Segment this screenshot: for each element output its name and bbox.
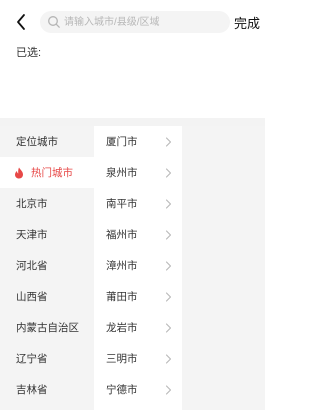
- search-icon: [48, 16, 60, 28]
- province-label: 河北省: [16, 260, 48, 272]
- search-box[interactable]: [40, 11, 230, 33]
- chevron-right-icon: [165, 291, 172, 302]
- chevron-right-icon: [165, 353, 172, 364]
- chevron-right-icon: [165, 167, 172, 178]
- province-item[interactable]: 内蒙古自治区: [0, 312, 94, 343]
- chevron-right-icon: [165, 260, 172, 271]
- province-item[interactable]: 辽宁省: [0, 343, 94, 374]
- province-item[interactable]: 定位城市: [0, 126, 94, 157]
- city-item[interactable]: 莆田市: [94, 281, 182, 312]
- city-item[interactable]: 宁德市: [94, 374, 182, 405]
- city-item[interactable]: 南平市: [94, 188, 182, 219]
- chevron-right-icon: [165, 384, 172, 395]
- selected-area: 已选:: [0, 44, 265, 118]
- city-item[interactable]: 漳州市: [94, 250, 182, 281]
- city-label: 莆田市: [106, 291, 138, 303]
- city-label: 泉州市: [106, 167, 138, 179]
- province-label: 北京市: [16, 198, 48, 210]
- province-item[interactable]: 河北省: [0, 250, 94, 281]
- city-item[interactable]: 福州市: [94, 219, 182, 250]
- city-label: 福州市: [106, 229, 138, 241]
- province-label: 天津市: [16, 229, 48, 241]
- city-label: 宁德市: [106, 384, 138, 396]
- province-item[interactable]: 山西省: [0, 281, 94, 312]
- empty-panel: [182, 126, 265, 410]
- province-label: 山西省: [16, 291, 48, 303]
- province-label: 吉林省: [16, 384, 48, 396]
- city-label: 漳州市: [106, 260, 138, 272]
- city-label: 龙岩市: [106, 322, 138, 334]
- section-divider: [0, 118, 265, 126]
- city-label: 南平市: [106, 198, 138, 210]
- province-item[interactable]: 北京市: [0, 188, 94, 219]
- top-bar: 完成: [0, 0, 265, 44]
- province-label: 定位城市: [16, 136, 58, 148]
- fire-icon: [15, 167, 23, 178]
- city-item[interactable]: 厦门市: [94, 126, 182, 157]
- city-label: 三明市: [106, 353, 138, 365]
- chevron-right-icon: [165, 198, 172, 209]
- province-label: 辽宁省: [16, 353, 48, 365]
- province-item-active[interactable]: 热门城市: [0, 157, 94, 188]
- province-item[interactable]: 天津市: [0, 219, 94, 250]
- province-item[interactable]: 吉林省: [0, 374, 94, 405]
- province-list: 定位城市热门城市北京市天津市河北省山西省内蒙古自治区 辽宁省吉林省: [0, 126, 94, 410]
- chevron-right-icon: [165, 136, 172, 147]
- city-item[interactable]: 泉州市: [94, 157, 182, 188]
- province-label: 热门城市: [31, 167, 73, 179]
- chevron-left-icon: [17, 14, 25, 30]
- done-button[interactable]: 完成: [234, 13, 260, 32]
- province-label: 内蒙古自治区: [16, 322, 79, 334]
- city-label: 厦门市: [106, 136, 138, 148]
- chevron-right-icon: [165, 322, 172, 333]
- search-input[interactable]: [64, 11, 224, 33]
- city-list: 厦门市泉州市南平市福州市漳州市莆田市龙岩市三明市宁德市: [94, 126, 182, 410]
- chevron-right-icon: [165, 229, 172, 240]
- city-item[interactable]: 龙岩市: [94, 312, 182, 343]
- city-item[interactable]: 三明市: [94, 343, 182, 374]
- selected-label: 已选:: [16, 47, 42, 59]
- back-button[interactable]: [10, 9, 34, 35]
